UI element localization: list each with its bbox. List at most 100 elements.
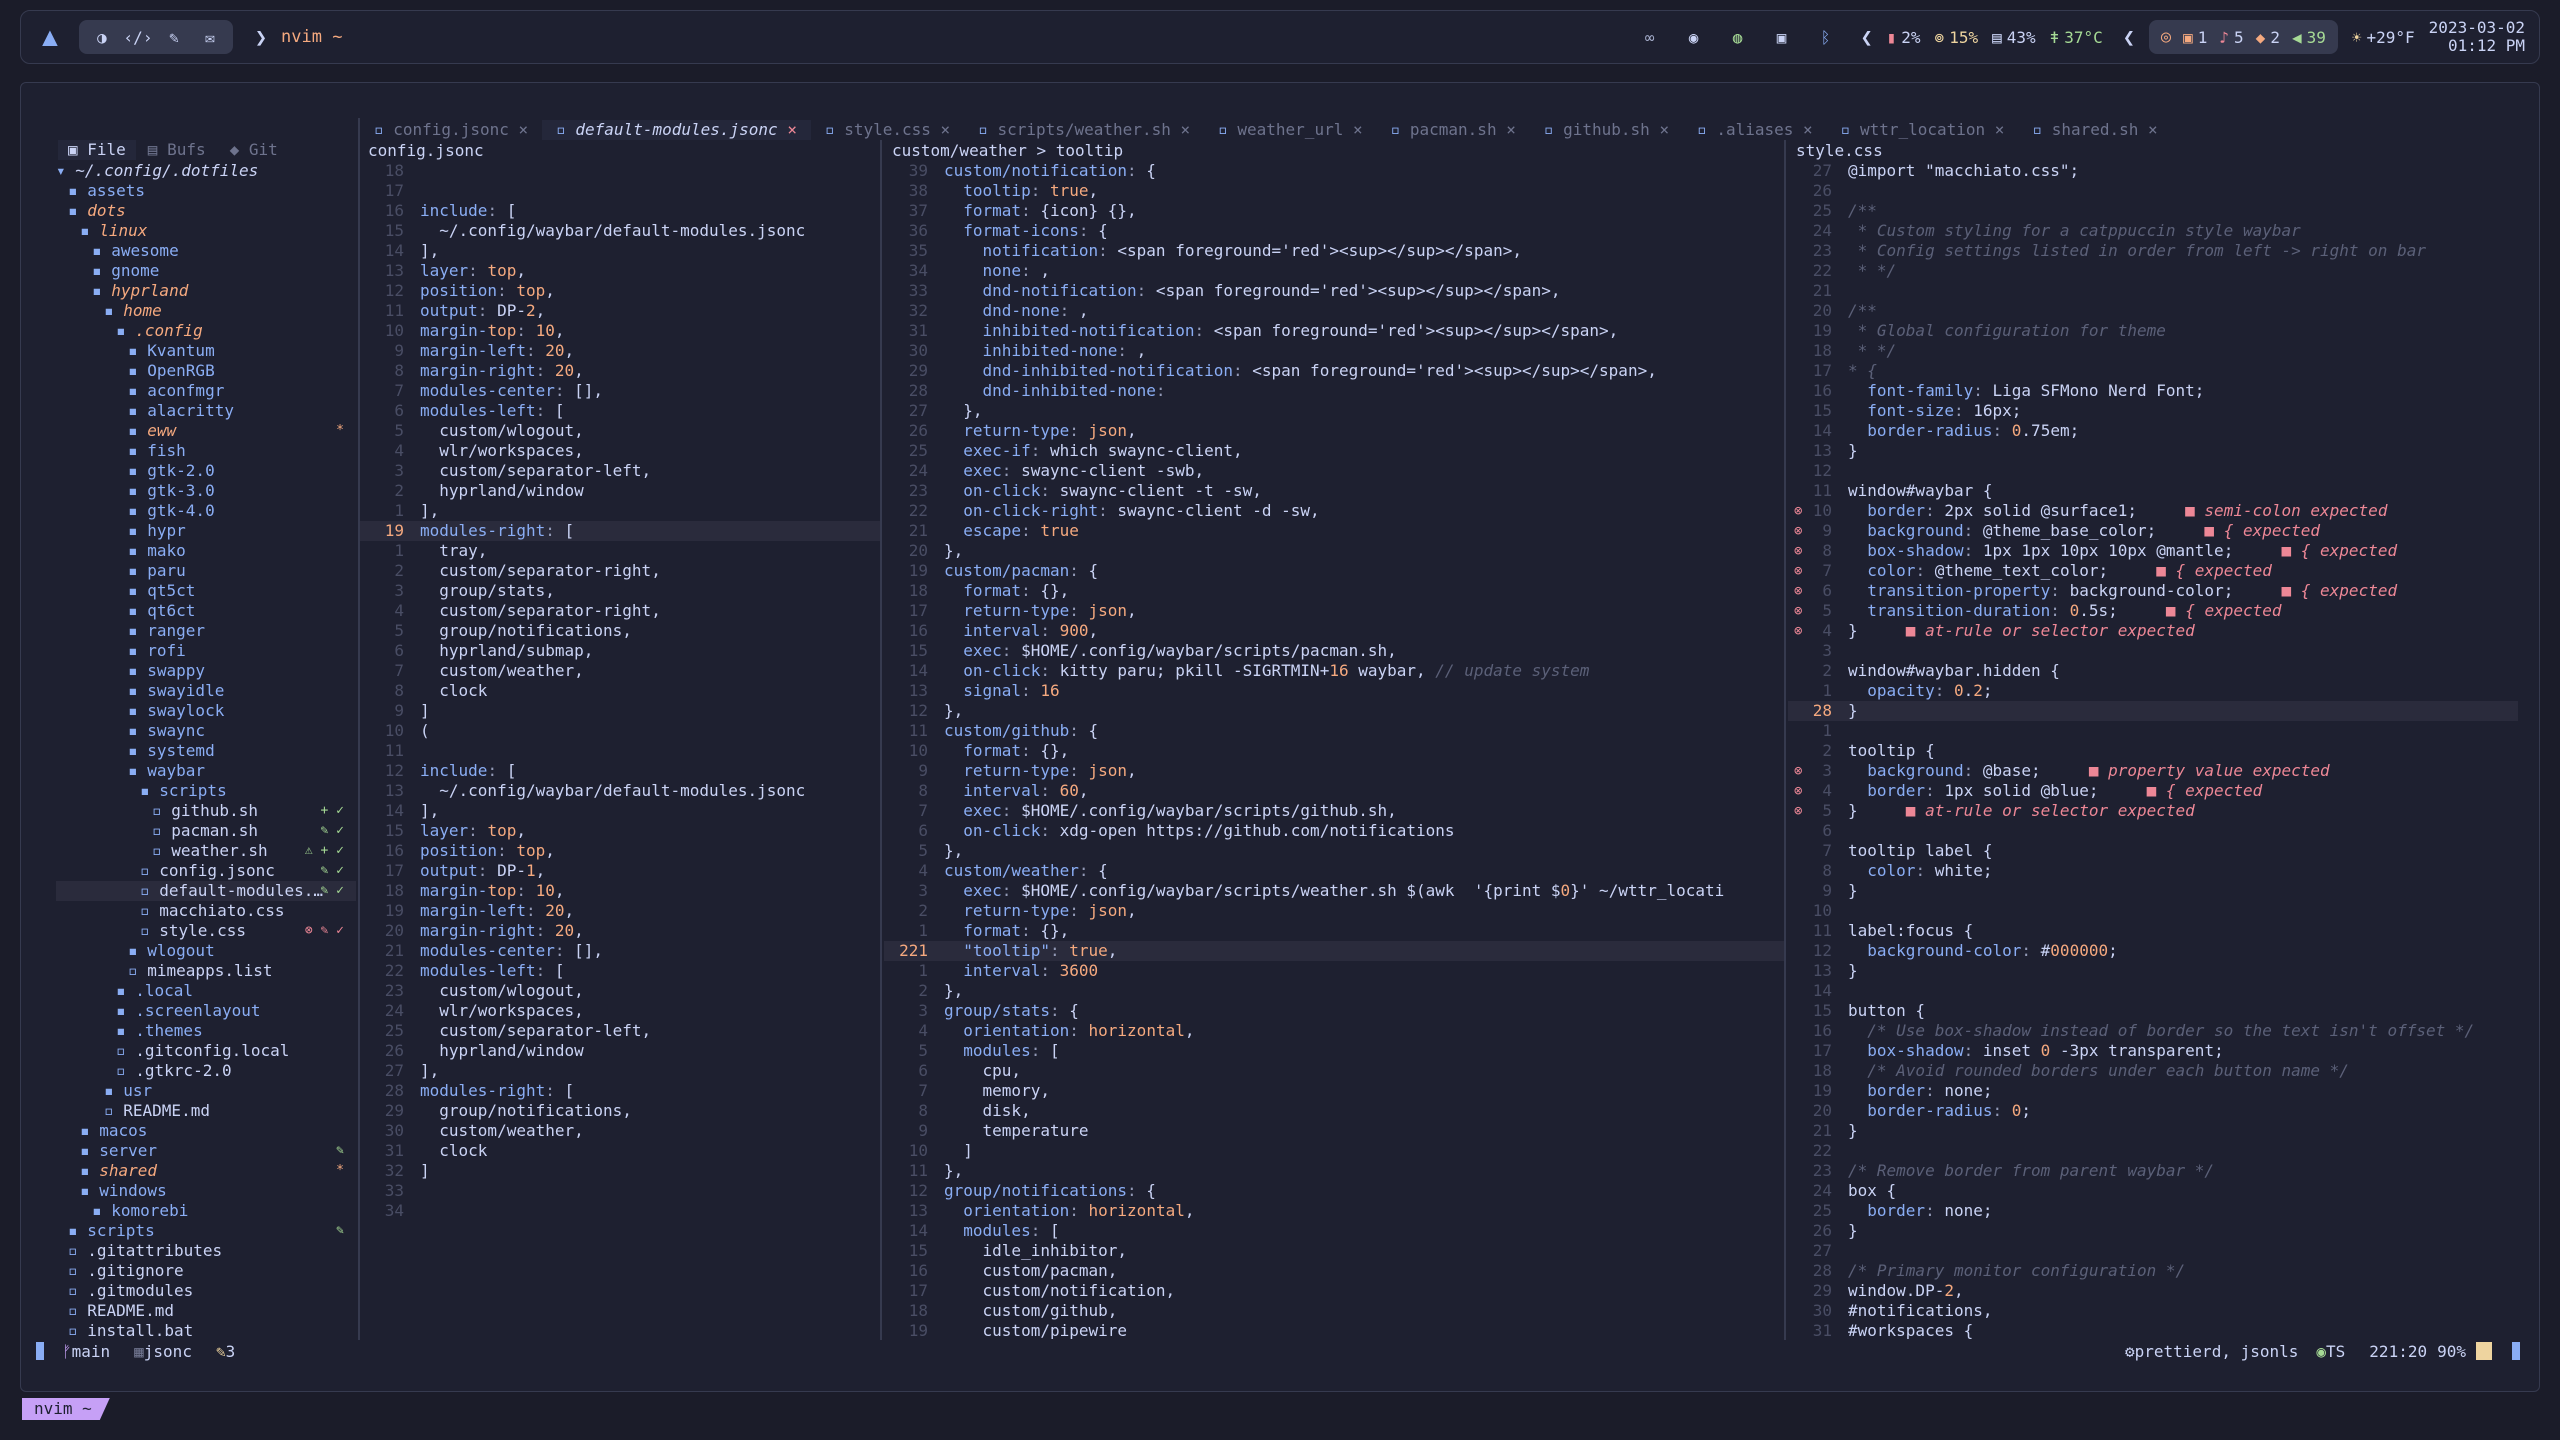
code-line[interactable]: 25 custom/separator-left, [360,1021,880,1041]
buffer-tab[interactable]: ▫ .aliases × [1683,120,1827,140]
tree-folder[interactable]: ▪ rofi [56,641,356,661]
buffer-tab[interactable]: ▫ style.css × [811,120,964,140]
code-line[interactable]: 27], [360,1061,880,1081]
code-line[interactable]: 10 border: 2px solid @surface1; ■ semi-c… [1788,501,2518,521]
code-line[interactable]: 3 custom/separator-left, [360,461,880,481]
code-line[interactable]: 3 [1788,641,2518,661]
code-line[interactable]: 29 dnd-inhibited-notification: <span for… [884,361,1784,381]
close-icon[interactable]: × [1343,120,1363,139]
code-line[interactable]: 28 dnd-inhibited-none: [884,381,1784,401]
code-line[interactable]: 13 signal: 16 [884,681,1784,701]
tree-folder[interactable]: ▪ .config [56,321,356,341]
editor-pane-style[interactable]: style.css 27 @import "macchiato.css"; 26 25/… [1788,141,2518,1339]
code-line[interactable]: 6 cpu, [884,1061,1784,1081]
code-line[interactable]: 27 }, [884,401,1784,421]
code-line[interactable]: 19 custom/pipewire [884,1321,1784,1339]
tree-folder[interactable]: ▪ Kvantum [56,341,356,361]
code-line[interactable]: 33 [360,1181,880,1201]
code-line[interactable]: 36 format-icons: { [884,221,1784,241]
code-line[interactable]: 30 #notifications, [1788,1301,2518,1321]
code-line[interactable]: 12 position: top, [360,281,880,301]
code-line[interactable]: 7 memory, [884,1081,1784,1101]
code-line[interactable]: 18 [360,161,880,181]
code-line[interactable]: 4 custom/weather: { [884,861,1784,881]
code-line[interactable]: 5}, [884,841,1784,861]
code-line[interactable]: 15 exec: $HOME/.config/waybar/scripts/pa… [884,641,1784,661]
code-line[interactable]: 33 dnd-notification: <span foreground='r… [884,281,1784,301]
tree-file[interactable]: ▫ README.md [56,1301,356,1321]
code-line[interactable]: 22 [1788,1141,2518,1161]
code-line[interactable]: 21 [1788,281,2518,301]
code-line[interactable]: 15 idle_inhibitor, [884,1241,1784,1261]
code-line[interactable]: 19 custom/pacman: { [884,561,1784,581]
tree-folder[interactable]: ▪ waybar [56,761,356,781]
editor-pane-config[interactable]: config.jsonc 18 17 16 include: [15 ~/.config… [360,141,880,1339]
code-line[interactable]: 35 notification: <span foreground='red'>… [884,241,1784,261]
weather-widget[interactable]: ☀ +29°F [2352,28,2415,47]
code-line[interactable]: 7 color: @theme_text_color; ■ { expected… [1788,561,2518,581]
code-line[interactable]: 21 modules-center: [], [360,941,880,961]
buffer-tab[interactable]: ▫ pacman.sh × [1377,120,1530,140]
code-line[interactable]: 23 custom/wlogout, [360,981,880,1001]
code-line[interactable]: 2 window#waybar.hidden { [1788,661,2518,681]
code-line[interactable]: 24 wlr/workspaces, [360,1001,880,1021]
tree-folder[interactable]: ▪ gnome [56,261,356,281]
code-line[interactable]: 7 custom/weather, [360,661,880,681]
notification-count[interactable]: ♪ 5 [2219,28,2243,47]
code-line[interactable]: 30 inhibited-none: , [884,341,1784,361]
close-icon[interactable]: × [1497,120,1516,139]
chevron-left-icon[interactable]: ❮ [2123,25,2135,49]
close-icon[interactable]: × [778,120,797,139]
tree-file[interactable]: ▫ mimeapps.list [56,961,356,981]
tree-folder[interactable]: ▪ paru [56,561,356,581]
tree-folder[interactable]: ▪ fish [56,441,356,461]
tmux-session-tag[interactable]: nvim ~ [22,1398,110,1420]
code-line[interactable]: 22 modules-left: [ [360,961,880,981]
code-line[interactable]: 24 exec: swaync-client -swb, [884,461,1784,481]
code-line[interactable]: 26 return-type: json, [884,421,1784,441]
code-line[interactable]: 19 border: none; [1788,1081,2518,1101]
code-line[interactable]: 9 temperature [884,1121,1784,1141]
code-line[interactable]: 11}, [884,1161,1784,1181]
tree-folder[interactable]: ▪ windows [56,1181,356,1201]
code-line[interactable]: 21 escape: true [884,521,1784,541]
code-line[interactable]: 18 format: {}, [884,581,1784,601]
tree-folder[interactable]: ▪ qt5ct [56,581,356,601]
chrome-icon[interactable]: ◍ [1723,28,1753,47]
code-line[interactable]: 29 window.DP-2, [1788,1281,2518,1301]
code-line[interactable]: 8 box-shadow: 1px 1px 10px 10px @mantle;… [1788,541,2518,561]
buffer-tab[interactable]: ▫ scripts/weather.sh × [964,120,1204,140]
code-line[interactable]: 14 border-radius: 0.75em; [1788,421,2518,441]
tree-file[interactable]: ▫ install.bat [56,1321,356,1341]
tree-folder[interactable]: ▪ home [56,301,356,321]
tab-file[interactable]: ▣ File [58,140,136,160]
clock[interactable]: 2023-03-02 01:12 PM [2429,19,2525,55]
code-line[interactable]: 14], [360,801,880,821]
code-line[interactable]: 18 /* Avoid rounded borders under each b… [1788,1061,2518,1081]
code-line[interactable]: 37 format: {icon} {}, [884,201,1784,221]
close-icon[interactable]: × [2138,120,2158,139]
code-line[interactable]: 29 group/notifications, [360,1101,880,1121]
close-icon[interactable]: × [509,120,528,139]
code-line[interactable]: 20}, [884,541,1784,561]
tree-file[interactable]: ▫ style.css ⊗ ✎ ✓ [56,921,356,941]
tree-file[interactable]: ▫ README.md [56,1101,356,1121]
buffer-tab[interactable]: ▫ shared.sh × [2018,120,2171,140]
close-icon[interactable]: × [1793,120,1813,139]
code-line[interactable]: 2 tooltip { [1788,741,2518,761]
close-icon[interactable]: × [931,120,951,139]
code-line[interactable]: 17 [360,181,880,201]
code-line[interactable]: 38 tooltip: true, [884,181,1784,201]
tree-folder[interactable]: ▪ usr [56,1081,356,1101]
code-line[interactable]: 1 format: {}, [884,921,1784,941]
code-line[interactable]: 6 modules-left: [ [360,401,880,421]
code-line[interactable]: 25 exec-if: which swaync-client, [884,441,1784,461]
code-line[interactable]: 22 * */ [1788,261,2518,281]
code-line[interactable]: 17 return-type: json, [884,601,1784,621]
code-line[interactable]: 28 modules-right: [ [360,1081,880,1101]
buffer-tab[interactable]: ▫ default-modules.jsonc × [542,120,811,140]
code-line[interactable]: 5 transition-duration: 0.5s; ■ { expecte… [1788,601,2518,621]
tree-folder[interactable]: ▪ scripts ✎ [56,1221,356,1241]
code-line[interactable]: 15 button { [1788,1001,2518,1021]
code-line[interactable]: 221 "tooltip": true, [884,941,1784,961]
